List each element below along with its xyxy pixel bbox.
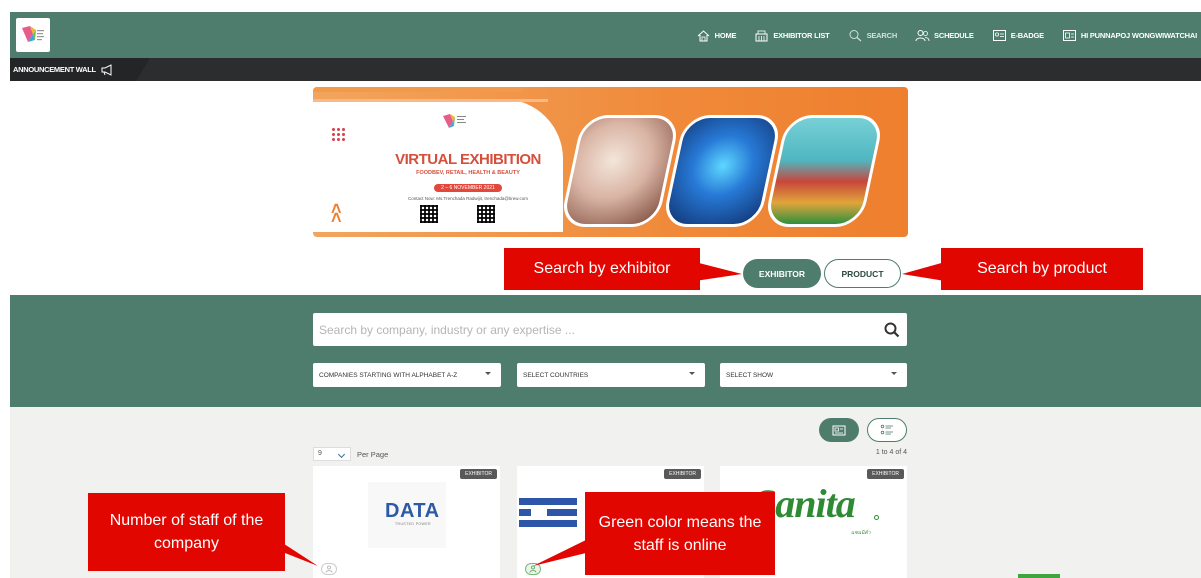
qr-code-icon xyxy=(420,205,438,223)
list-view-button[interactable] xyxy=(867,418,907,442)
nav-e-badge[interactable]: E-BADGE xyxy=(992,29,1044,42)
site-logo[interactable] xyxy=(16,18,50,52)
callout-search-by-exhibitor: Search by exhibitor xyxy=(504,248,700,290)
exhibitor-toggle-button[interactable]: EXHIBITOR xyxy=(743,259,821,288)
users-icon xyxy=(915,29,930,41)
search-panel xyxy=(10,295,1201,407)
staff-icon xyxy=(325,565,333,573)
nav-home-label: HOME xyxy=(714,30,737,40)
exhibitor-badge: EXHIBITOR xyxy=(867,469,904,479)
dots-pattern-icon xyxy=(331,127,345,141)
announcement-wall-tab[interactable]: ANNOUNCEMENT WALL xyxy=(10,58,150,81)
nav-user-name: HI PUNNAPOJ WONGWIWATCHAI xyxy=(1080,30,1197,40)
staff-online-indicator[interactable] xyxy=(525,563,541,575)
show-filter-select[interactable]: SELECT SHOW xyxy=(720,363,907,387)
nav-schedule[interactable]: SCHEDULE xyxy=(915,29,974,42)
search-icon xyxy=(849,29,861,41)
company-logo-icon xyxy=(519,498,577,527)
top-nav-bar: HOME EXHIBITOR LIST SEARCH SCHEDULE E-BA… xyxy=(10,12,1201,58)
company-logo: DATA xyxy=(385,500,440,522)
callout-staff-count: Number of staff of the company xyxy=(88,493,285,571)
retail-apps-image xyxy=(661,115,783,227)
banner-stripe xyxy=(313,87,523,92)
grid-view-button[interactable] xyxy=(819,418,859,442)
nav-e-badge-label: E-BADGE xyxy=(1010,30,1044,40)
announcement-bar: ANNOUNCEMENT WALL xyxy=(10,58,1201,81)
staff-icon xyxy=(529,565,537,573)
building-icon xyxy=(755,30,768,41)
nav-search[interactable]: SEARCH xyxy=(848,29,897,42)
registered-mark-icon xyxy=(874,515,879,520)
nav-schedule-label: SCHEDULE xyxy=(934,30,974,40)
exhibitor-card[interactable]: EXHIBITOR DATA TRUSTED POWER xyxy=(313,466,500,578)
partial-green-button[interactable] xyxy=(1018,574,1060,578)
caret-down-icon xyxy=(891,372,897,375)
event-logo-icon xyxy=(443,114,466,128)
main-nav: HOME EXHIBITOR LIST SEARCH SCHEDULE E-BA… xyxy=(696,12,1197,58)
company-logo-tagline: TRUSTED POWER xyxy=(395,522,431,526)
page: HOME EXHIBITOR LIST SEARCH SCHEDULE E-BA… xyxy=(0,0,1201,578)
event-banner: VIRTUAL EXHIBITION FOODBEV, RETAIL, HEAL… xyxy=(313,87,908,237)
exhibitor-badge: EXHIBITOR xyxy=(460,469,497,479)
banner-title: VIRTUAL EXHIBITION xyxy=(395,151,541,168)
company-logo-thai: แซนนิต้า xyxy=(851,530,871,536)
search-icon[interactable] xyxy=(877,313,907,346)
callout-search-by-product: Search by product xyxy=(941,248,1143,290)
nav-home[interactable]: HOME xyxy=(696,29,737,42)
results-count: 1 to 4 of 4 xyxy=(875,449,907,456)
chevron-up-icon: ˄ ˄ xyxy=(331,199,342,228)
product-toggle-button[interactable]: PRODUCT xyxy=(824,259,901,288)
callout-pointer xyxy=(695,262,742,281)
search-box xyxy=(313,313,907,346)
food-beverage-image xyxy=(763,115,885,227)
announcement-label: ANNOUNCEMENT WALL xyxy=(13,65,96,74)
home-icon xyxy=(697,29,709,41)
staff-count-indicator[interactable] xyxy=(321,563,337,575)
nav-exhibitor-list-label: EXHIBITOR LIST xyxy=(773,30,830,40)
per-page-select[interactable]: 9 xyxy=(313,447,351,461)
banner-date: 2 – 6 NOVEMBER 2021 xyxy=(434,184,502,192)
caret-down-icon xyxy=(485,372,491,375)
caret-down-icon xyxy=(689,372,695,375)
show-filter-value: SELECT SHOW xyxy=(726,371,774,379)
callout-online-staff: Green color means the staff is online xyxy=(585,492,775,575)
per-page-label: Per Page xyxy=(357,449,389,459)
nav-exhibitor-list[interactable]: EXHIBITOR LIST xyxy=(754,29,830,42)
banner-stripe xyxy=(313,99,548,102)
card-view-icon xyxy=(832,425,846,435)
badge-icon xyxy=(992,29,1006,41)
search-input[interactable] xyxy=(313,313,877,346)
alphabet-filter-value: COMPANIES STARTING WITH ALPHABET A-Z xyxy=(319,371,458,379)
countries-filter-select[interactable]: SELECT COUNTRIES xyxy=(517,363,705,387)
banner-contact: Contact Now: Ms.Trenchada Radwijit, tren… xyxy=(408,196,528,201)
callout-pointer xyxy=(902,262,945,281)
qr-code-icon xyxy=(477,205,495,223)
countries-filter-value: SELECT COUNTRIES xyxy=(523,371,589,379)
list-view-icon xyxy=(880,424,893,435)
nav-search-label: SEARCH xyxy=(866,30,898,40)
alphabet-filter-select[interactable]: COMPANIES STARTING WITH ALPHABET A-Z xyxy=(313,363,501,387)
exhibitor-badge: EXHIBITOR xyxy=(664,469,701,479)
nav-user-menu[interactable]: HI PUNNAPOJ WONGWIWATCHAI xyxy=(1062,29,1197,42)
megaphone-icon xyxy=(101,63,112,76)
banner-subtitle: FOODBEV, RETAIL, HEALTH & BEAUTY xyxy=(416,170,520,176)
per-page-control: 9 Per Page xyxy=(313,447,388,461)
beauty-products-image xyxy=(559,115,681,227)
profile-card-icon xyxy=(1062,29,1076,41)
